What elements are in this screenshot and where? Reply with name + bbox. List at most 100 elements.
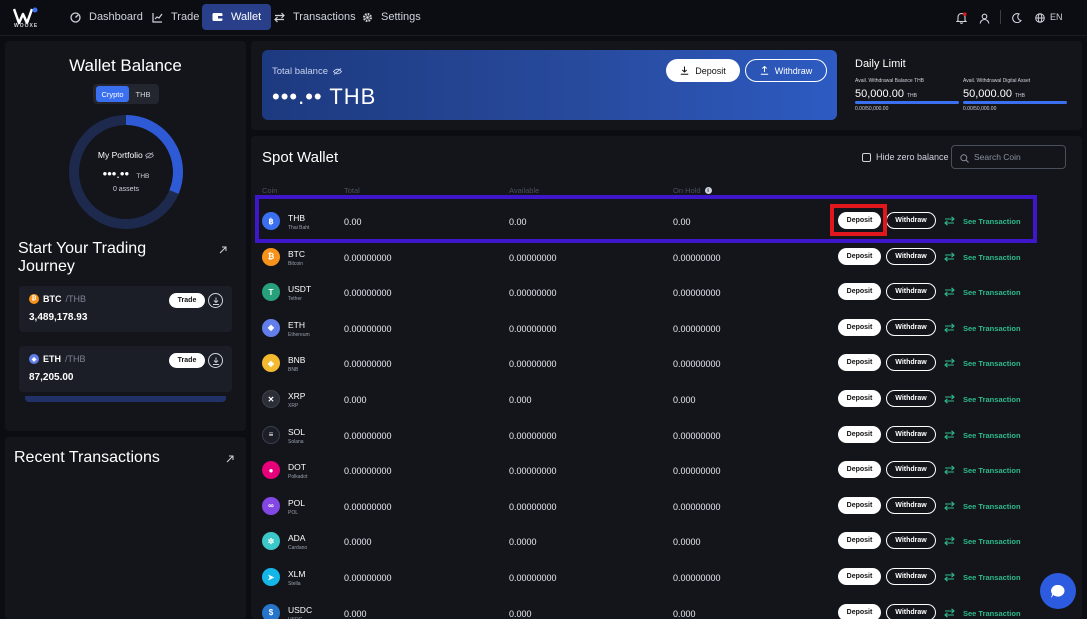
coin-symbol: THB — [288, 213, 305, 223]
download-icon[interactable] — [208, 293, 223, 308]
see-transaction-link[interactable]: See Transaction — [963, 609, 1021, 618]
row-withdraw-button[interactable]: Withdraw — [886, 212, 936, 229]
total-value: 0.00000000 — [344, 501, 392, 512]
see-transaction-link[interactable]: See Transaction — [963, 359, 1021, 368]
row-deposit-button[interactable]: Deposit — [838, 532, 881, 550]
btc-icon: ₿ — [29, 294, 39, 304]
swap-icon[interactable] — [944, 286, 955, 300]
see-transaction-link[interactable]: See Transaction — [963, 502, 1021, 511]
globe-icon[interactable] — [1031, 9, 1049, 27]
see-transaction-link[interactable]: See Transaction — [963, 217, 1021, 226]
trade-card-eth[interactable]: ◆ ETH/THB 87,205.00 Trade — [19, 346, 232, 392]
row-deposit-button[interactable]: Deposit — [838, 318, 881, 336]
on-hold-value: 0.000 — [673, 608, 696, 619]
total-value: 0.00000000 — [344, 252, 392, 263]
row-withdraw-button[interactable]: Withdraw — [886, 496, 936, 514]
eye-off-icon[interactable] — [145, 151, 155, 161]
download-icon[interactable] — [208, 353, 223, 368]
coin-icon: ● — [262, 461, 280, 480]
total-value: 0.00000000 — [344, 359, 392, 370]
swap-icon[interactable] — [944, 429, 955, 443]
row-withdraw-button[interactable]: Withdraw — [886, 425, 936, 443]
swap-icon[interactable] — [944, 357, 955, 371]
total-value: 0.00000000 — [344, 323, 392, 334]
hide-zero-balance-toggle[interactable]: Hide zero balance — [862, 152, 949, 162]
row-withdraw-button[interactable]: Withdraw — [886, 568, 936, 585]
trade-button[interactable]: Trade — [169, 353, 205, 368]
coin-icon: T — [262, 283, 280, 302]
swap-icon[interactable] — [944, 393, 955, 407]
trade-card-btc[interactable]: ₿ BTC/THB 3,489,178.93 Trade — [19, 286, 232, 332]
row-deposit-button[interactable]: Deposit — [838, 461, 881, 479]
row-withdraw-button[interactable]: Withdraw — [886, 603, 936, 619]
available-value: 0.00000000 — [509, 252, 557, 263]
column-header-coin: Coin — [262, 186, 278, 195]
trade-button[interactable]: Trade — [169, 293, 205, 308]
table-row: T USDT Tether 0.00000000 0.00000000 0.0000000… — [254, 274, 1078, 309]
see-transaction-link[interactable]: See Transaction — [963, 288, 1021, 297]
row-withdraw-button[interactable]: Withdraw — [886, 461, 936, 479]
row-deposit-button[interactable]: Deposit — [838, 425, 881, 443]
row-withdraw-button[interactable]: Withdraw — [886, 247, 936, 265]
bell-icon[interactable] — [952, 9, 970, 27]
see-transaction-link[interactable]: See Transaction — [963, 253, 1021, 262]
row-deposit-button[interactable]: Deposit — [838, 496, 881, 514]
limit-progress-bar — [963, 101, 1067, 104]
row-withdraw-button[interactable]: Withdraw — [886, 283, 936, 301]
see-transaction-link[interactable]: See Transaction — [963, 324, 1021, 333]
hide-zero-label: Hide zero balance — [876, 152, 949, 162]
info-icon[interactable]: i — [704, 187, 712, 194]
swap-icon[interactable] — [944, 500, 955, 514]
row-withdraw-button[interactable]: Withdraw — [886, 354, 936, 372]
coin-icon: ∞ — [262, 496, 280, 515]
available-value: 0.00000000 — [509, 430, 557, 441]
limit-currency: THB — [1014, 93, 1025, 99]
row-deposit-button[interactable]: Deposit — [838, 568, 881, 585]
swap-icon[interactable] — [944, 607, 955, 619]
language-selector[interactable]: EN — [1050, 12, 1063, 22]
see-transaction-link[interactable]: See Transaction — [963, 537, 1021, 546]
on-hold-value: 0.000 — [673, 395, 696, 405]
tab-thb[interactable]: THB — [130, 86, 156, 102]
tab-crypto[interactable]: Crypto — [96, 86, 129, 102]
coin-symbol: USDT — [288, 284, 312, 295]
carousel-scroll-indicator[interactable] — [25, 396, 226, 402]
swap-icon[interactable] — [944, 464, 955, 478]
row-deposit-button[interactable]: Deposit — [838, 212, 881, 229]
row-deposit-button[interactable]: Deposit — [838, 247, 881, 265]
nav-divider — [1000, 10, 1001, 24]
see-transaction-link[interactable]: See Transaction — [963, 431, 1021, 440]
swap-icon[interactable] — [944, 571, 955, 585]
see-transaction-link[interactable]: See Transaction — [963, 395, 1021, 404]
on-hold-value: 0.00000000 — [673, 252, 721, 263]
external-arrow-icon[interactable] — [226, 452, 234, 466]
external-arrow-icon[interactable] — [219, 243, 227, 257]
row-withdraw-button[interactable]: Withdraw — [886, 532, 936, 550]
moon-icon[interactable] — [1008, 9, 1026, 27]
table-row: ● DOT Polkadot 0.00000000 0.00000000 0.000000… — [254, 452, 1078, 487]
chat-support-button[interactable] — [1040, 573, 1076, 609]
row-withdraw-button[interactable]: Withdraw — [886, 318, 936, 336]
swap-icon[interactable] — [944, 251, 955, 265]
table-row: ✲ ADA Cardano 0.0000 0.0000 0.0000 Deposit With… — [254, 523, 1078, 558]
user-icon[interactable] — [975, 9, 993, 27]
row-deposit-button[interactable]: Deposit — [838, 603, 881, 619]
see-transaction-link[interactable]: See Transaction — [963, 573, 1021, 582]
row-deposit-button[interactable]: Deposit — [838, 354, 881, 372]
row-withdraw-button[interactable]: Withdraw — [886, 390, 936, 407]
coin-symbol: XRP — [288, 391, 306, 401]
swap-icon[interactable] — [944, 322, 955, 336]
limit-thb: Avail. Withdrawal Balance THB 50,000.00 T… — [855, 78, 959, 112]
swap-icon[interactable] — [944, 535, 955, 549]
deposit-button[interactable]: Deposit — [666, 59, 740, 82]
available-value: 0.00 — [509, 217, 527, 227]
see-transaction-link[interactable]: See Transaction — [963, 466, 1021, 475]
hide-zero-checkbox[interactable] — [862, 152, 871, 162]
table-row: $USDCUSDC0.0000.0000.000DepositWithdrawS… — [254, 595, 1078, 619]
row-deposit-button[interactable]: Deposit — [838, 390, 881, 407]
limit-digital-asset: Avail. Withdrawal Digital Asset 50,000.0… — [963, 78, 1067, 112]
on-hold-value: 0.00000000 — [673, 359, 721, 370]
swap-icon[interactable] — [944, 215, 955, 229]
row-deposit-button[interactable]: Deposit — [838, 283, 881, 301]
withdraw-button[interactable]: Withdraw — [745, 59, 827, 82]
